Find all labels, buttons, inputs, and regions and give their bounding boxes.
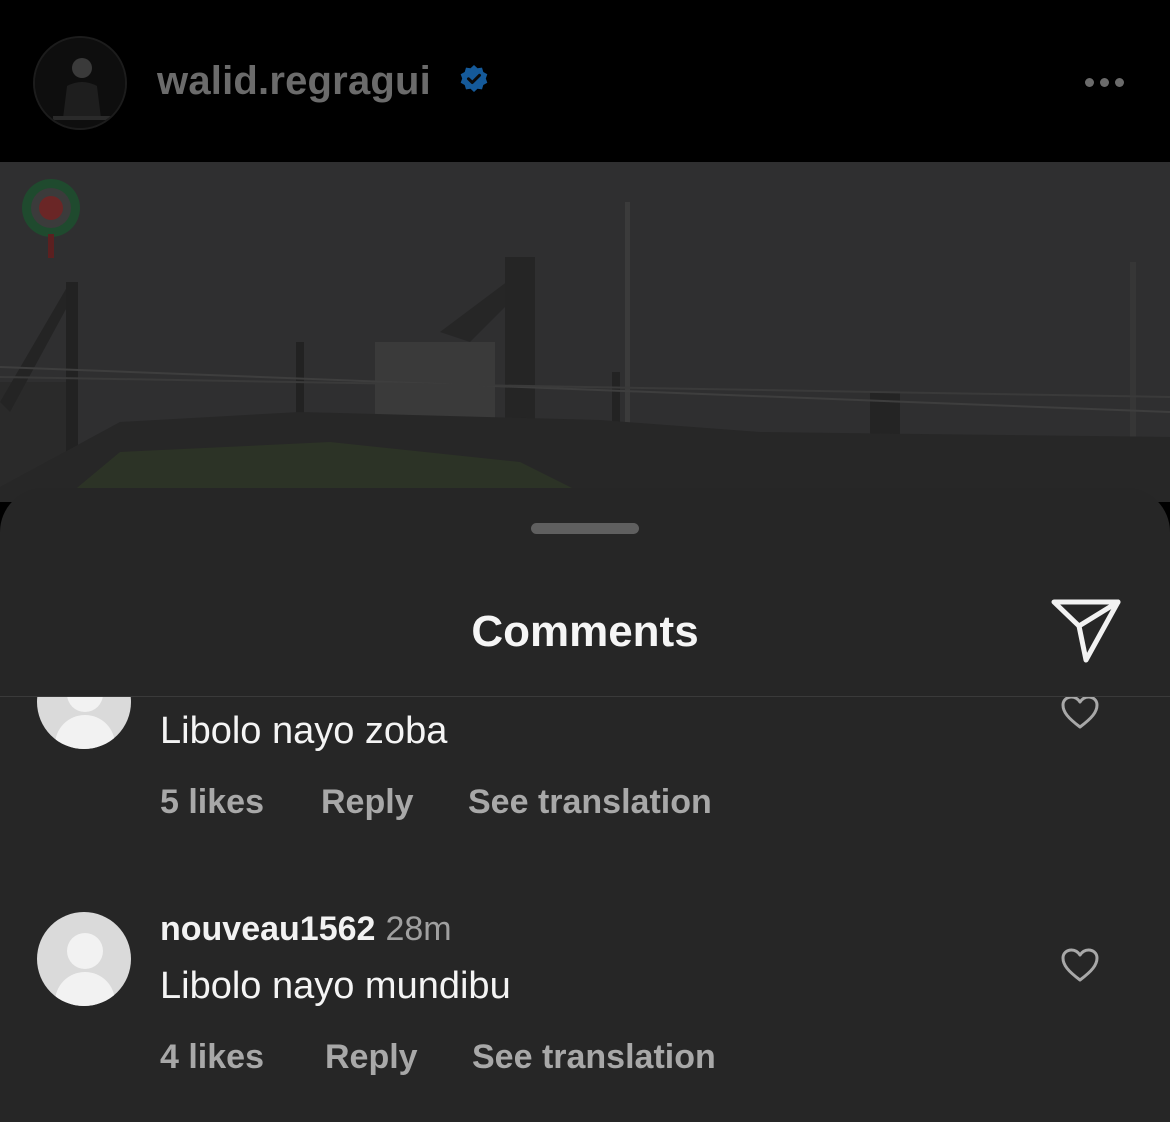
more-horizontal-icon[interactable]: [1076, 60, 1132, 104]
commenter-avatar[interactable]: [37, 697, 131, 749]
see-translation-button[interactable]: See translation: [468, 782, 712, 822]
reply-button[interactable]: Reply: [325, 1037, 472, 1077]
see-translation-button[interactable]: See translation: [472, 1037, 716, 1077]
commenter-avatar[interactable]: [37, 912, 131, 1006]
comment-actions: 5 likes Reply See translation: [160, 782, 712, 822]
reply-button[interactable]: Reply: [321, 782, 468, 822]
comment-text: Libolo nayo mundibu: [160, 965, 511, 1007]
profile-username[interactable]: walid.regragui: [157, 56, 431, 106]
send-icon[interactable]: [1050, 598, 1122, 664]
comment-meta: nouveau1562 28m: [160, 909, 452, 949]
verified-badge-icon: [460, 65, 488, 92]
comment-text: Libolo nayo zoba: [160, 710, 448, 752]
comment-actions: 4 likes Reply See translation: [160, 1037, 716, 1077]
comment-likes-count[interactable]: 5 likes: [160, 782, 321, 822]
instagram-post-screen: walid.regragui Comments Libolo nayo zoba…: [0, 0, 1170, 1122]
profile-avatar[interactable]: [33, 36, 127, 130]
like-heart-icon[interactable]: [1060, 697, 1100, 730]
like-heart-icon[interactable]: [1060, 947, 1100, 983]
federation-crest-icon: [22, 179, 80, 258]
comments-list[interactable]: Libolo nayo zoba 5 likes Reply See trans…: [0, 697, 1170, 1122]
sheet-grabber-handle[interactable]: [531, 523, 639, 534]
post-image: [0, 162, 1170, 502]
post-header: walid.regragui: [0, 0, 1170, 162]
comment-likes-count[interactable]: 4 likes: [160, 1037, 325, 1077]
comments-title: Comments: [471, 607, 699, 656]
comment-timestamp: 28m: [385, 910, 452, 948]
commenter-username[interactable]: nouveau1562: [160, 910, 375, 948]
